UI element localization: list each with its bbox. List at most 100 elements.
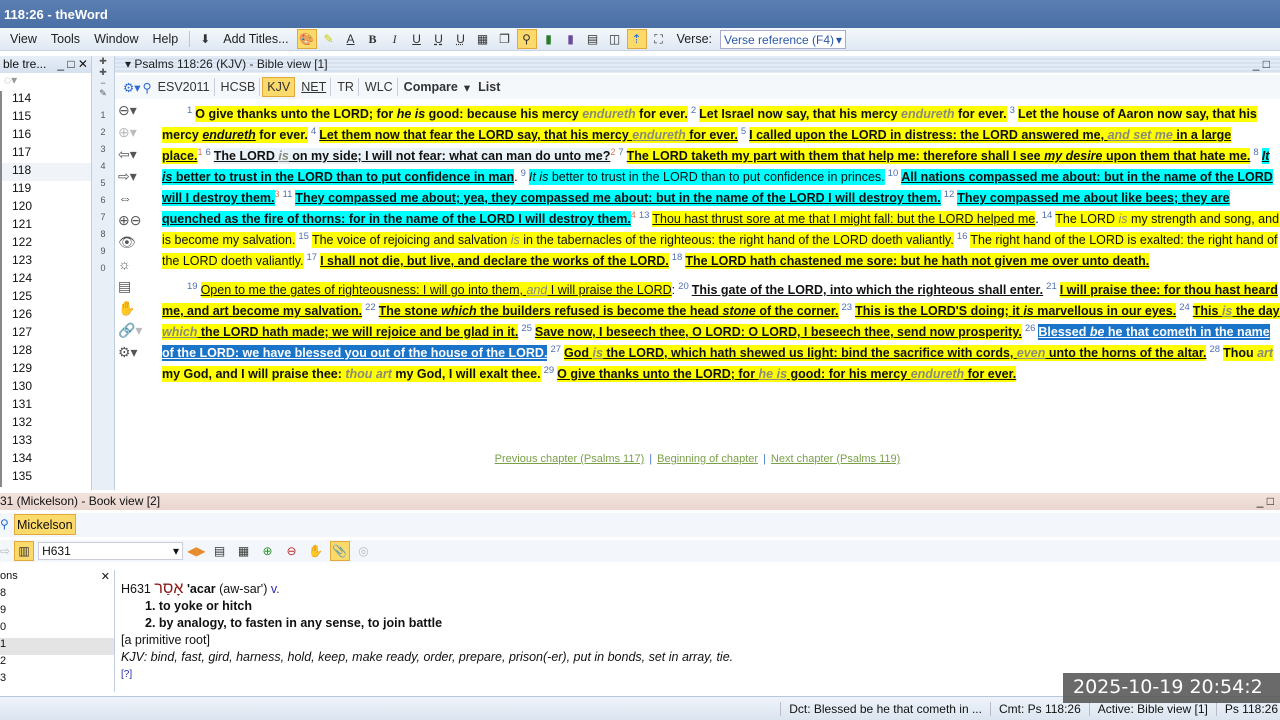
verse-number[interactable]: 27 — [550, 343, 561, 356]
verse-number[interactable]: 7 — [618, 146, 623, 159]
verse-number[interactable]: 6 — [205, 146, 210, 159]
format-icon[interactable]: ☼ — [118, 256, 160, 278]
tree-icon[interactable]: ⚲ — [516, 29, 537, 49]
bookmark-number[interactable]: 2 — [92, 124, 114, 141]
pen-icon[interactable]: ✎ — [92, 88, 114, 99]
topic-item[interactable]: 8 — [0, 587, 114, 604]
hand-icon[interactable]: ✋ — [306, 541, 326, 561]
next-book-icon[interactable]: ⇨▾ — [118, 168, 160, 190]
chevron-down-icon[interactable]: ▾ — [464, 80, 470, 95]
document-icon[interactable]: ▤ — [118, 278, 160, 300]
verse-number[interactable]: 26 — [1025, 322, 1036, 335]
library-green-icon[interactable]: ▮ — [539, 29, 559, 49]
add-titles-button[interactable]: Add Titles... — [217, 30, 294, 48]
previous-chapter-link[interactable]: Previous chapter (Psalms 117) — [495, 453, 645, 465]
bookmark-number[interactable]: 4 — [92, 158, 114, 175]
attachment-icon[interactable]: 📎 — [329, 541, 350, 561]
verse-number[interactable]: 8 — [1253, 146, 1258, 159]
verse-number[interactable]: 21 — [1046, 280, 1057, 293]
beginning-of-chapter-link[interactable]: Beginning of chapter — [657, 453, 758, 465]
verse-number[interactable]: 15 — [298, 230, 309, 243]
part-of-speech[interactable]: v. — [271, 582, 280, 596]
italic-button[interactable]: I — [385, 29, 405, 49]
chapter-item[interactable]: 134 — [0, 451, 91, 469]
search-dropdown-icon[interactable]: ◌▾ — [0, 73, 91, 91]
link-icon[interactable]: 🔗▾ — [118, 322, 160, 344]
verse-number[interactable]: 29 — [544, 364, 555, 377]
panel-controls[interactable]: _ □ — [1253, 57, 1270, 71]
chapter-item[interactable]: 116 — [0, 127, 91, 145]
bookmark-number[interactable]: 8 — [92, 226, 114, 243]
bookmark-number[interactable]: 0 — [92, 260, 114, 277]
chapter-item[interactable]: 130 — [0, 379, 91, 397]
zoom-out-icon[interactable]: ⊖ — [282, 541, 302, 561]
translation-wlc[interactable]: WLC — [361, 78, 398, 96]
window-layout-icon[interactable]: ◫ — [605, 29, 625, 49]
bible-text[interactable]: 1O give thanks unto the LORD; for he is … — [162, 104, 1280, 404]
verse-number[interactable]: 10 — [888, 167, 899, 180]
topic-item[interactable]: 9 — [0, 604, 114, 621]
zoom-icons[interactable]: ⊕⊖ — [118, 212, 160, 234]
back-icon[interactable]: ⊖▾ — [118, 102, 160, 124]
chapter-item[interactable]: 133 — [0, 433, 91, 451]
menu-help[interactable]: Help — [147, 30, 185, 48]
bookmark-number[interactable]: 5 — [92, 175, 114, 192]
next-chapter-link[interactable]: Next chapter (Psalms 119) — [771, 453, 900, 465]
book-icon[interactable]: ▥ — [14, 541, 35, 561]
eye-icon[interactable]: 👁 — [118, 234, 160, 256]
bookmark-number[interactable]: 7 — [92, 209, 114, 226]
verse-number[interactable]: 24 — [1179, 301, 1190, 314]
panel-controls[interactable]: _ □ ✕ — [57, 57, 88, 72]
minus-icon[interactable]: − — [92, 78, 114, 88]
status-commentary[interactable]: Cmt: Ps 118:26 — [989, 701, 1081, 716]
chapter-item[interactable]: 132 — [0, 415, 91, 433]
search-icon[interactable]: ⚲ — [0, 517, 9, 531]
parallel-icon[interactable]: ⇔ — [118, 190, 160, 212]
chapter-item[interactable]: 126 — [0, 307, 91, 325]
zoom-in-icon[interactable]: ⊕ — [258, 541, 278, 561]
add-sub-icon[interactable]: ✚ — [92, 67, 114, 78]
underline-dashed-button[interactable]: U — [429, 29, 449, 49]
panel-controls[interactable]: _ □ — [1257, 494, 1280, 508]
chapter-item[interactable]: 128 — [0, 343, 91, 361]
sync-up-icon[interactable]: ⇡ — [626, 29, 647, 49]
forward-icon[interactable]: ⊕▾ — [118, 124, 160, 146]
verse-number[interactable]: 2 — [691, 104, 696, 117]
calendar-icon[interactable]: ▦ — [234, 541, 254, 561]
library-purple-icon[interactable]: ▮ — [561, 29, 581, 49]
list-button[interactable]: List — [472, 80, 506, 94]
chapter-item[interactable]: 115 — [0, 109, 91, 127]
prev-book-icon[interactable]: ⇦▾ — [118, 146, 160, 168]
help-link[interactable]: [?] — [121, 666, 1121, 683]
bookmark-number[interactable]: 1 — [92, 107, 114, 124]
calendar-icon[interactable]: ▦ — [473, 29, 493, 49]
translation-kjv[interactable]: KJV — [262, 77, 296, 97]
chapter-item[interactable]: 125 — [0, 289, 91, 307]
chapter-item[interactable]: 121 — [0, 217, 91, 235]
modules-icon[interactable]: ⚙▾ — [123, 80, 140, 95]
preview-icon[interactable]: ▤ — [210, 541, 230, 561]
verse-number[interactable]: 3 — [1010, 104, 1015, 117]
verse-number[interactable]: 23 — [842, 301, 853, 314]
download-icon[interactable]: ⬇ — [195, 29, 215, 49]
verse-number[interactable]: 11 — [283, 188, 293, 201]
prev-next-topic-icon[interactable]: ◀▶ — [187, 544, 205, 558]
verse-number[interactable]: 18 — [672, 251, 683, 264]
status-dictionary[interactable]: Dct: Blessed be he that cometh in ... — [780, 701, 982, 716]
add-icon[interactable]: ✚ — [92, 56, 114, 67]
topic-item[interactable]: 1 — [0, 638, 114, 655]
chapter-item[interactable]: 117 — [0, 145, 91, 163]
gear-icon[interactable]: ⚙▾ — [118, 344, 160, 366]
underline-button[interactable]: U — [407, 29, 427, 49]
translation-tr[interactable]: TR — [333, 78, 359, 96]
bookmark-number[interactable]: 3 — [92, 141, 114, 158]
layout-icon[interactable]: ▤ — [583, 29, 603, 49]
menu-tools[interactable]: Tools — [45, 30, 86, 48]
topic-item[interactable]: 0 — [0, 621, 114, 638]
paint-icon[interactable]: 🎨 — [296, 29, 317, 49]
translation-esv2011[interactable]: ESV2011 — [154, 78, 215, 96]
chapter-item[interactable]: 118 — [0, 163, 91, 181]
verse-number[interactable]: 28 — [1209, 343, 1220, 356]
fullscreen-icon[interactable]: ⛶ — [649, 29, 669, 49]
chapter-item[interactable]: 124 — [0, 271, 91, 289]
